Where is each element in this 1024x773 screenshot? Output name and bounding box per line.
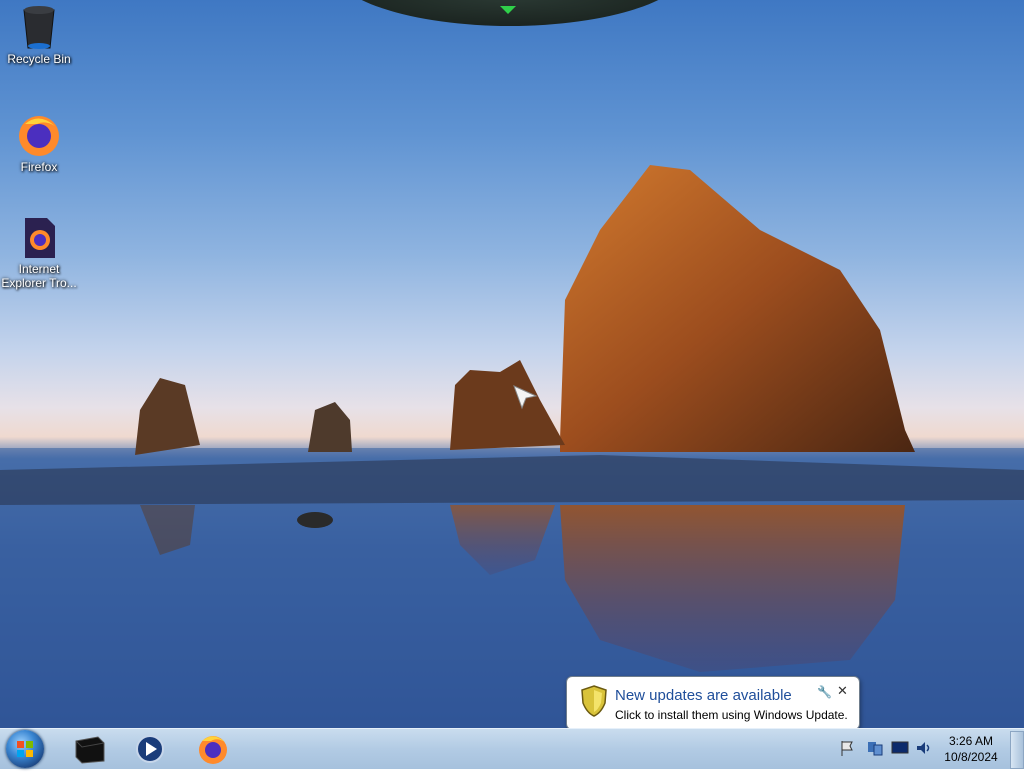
gadget-arrow-icon [500, 6, 516, 14]
black-box-icon [75, 736, 105, 764]
update-notification[interactable]: New updates are available Click to insta… [566, 676, 860, 743]
shield-icon [581, 685, 607, 717]
taskbar-pinned-explorer[interactable] [70, 731, 110, 767]
notification-title: New updates are available [615, 687, 792, 704]
display-icon[interactable] [891, 739, 909, 757]
close-icon[interactable]: ✕ [837, 683, 848, 699]
recycle-bin-icon [23, 6, 55, 49]
clock-date: 10/8/2024 [944, 750, 998, 764]
start-button[interactable] [6, 730, 44, 768]
volume-icon[interactable] [915, 739, 933, 757]
windows-logo-icon [17, 741, 33, 757]
desktop-icon-internet-explorer[interactable]: Internet Explorer Tro... [0, 216, 79, 290]
media-player-icon [136, 735, 164, 763]
clock-time: 3:26 AM [948, 734, 994, 748]
desktop-icon-label: Firefox [20, 160, 58, 174]
options-wrench-icon[interactable]: 🔧 [817, 685, 832, 699]
firefox-document-icon [25, 218, 55, 258]
taskbar-pinned-firefox[interactable] [193, 731, 233, 767]
action-center-flag-icon[interactable] [838, 739, 856, 757]
taskbar-pinned-media-player[interactable] [130, 731, 170, 767]
firefox-icon [199, 736, 227, 764]
firefox-icon [19, 116, 59, 156]
show-desktop-button[interactable] [1010, 731, 1024, 769]
desktop: Recycle Bin Firefox Internet Explorer Tr… [0, 0, 1024, 728]
notification-text: Click to install them using Windows Upda… [615, 708, 848, 722]
desktop-icon-firefox[interactable]: Firefox [0, 110, 79, 174]
desktop-icon-recycle-bin[interactable]: Recycle Bin [0, 4, 79, 66]
desktop-icon-label: Internet Explorer Tro... [1, 262, 77, 290]
mouse-cursor-icon [513, 385, 538, 410]
taskbar: 3:26 AM 10/8/2024 [0, 728, 1024, 769]
network-icon[interactable] [866, 739, 884, 757]
wallpaper [0, 165, 1024, 728]
system-clock[interactable]: 3:26 AM 10/8/2024 [934, 733, 1008, 765]
desktop-icon-label: Recycle Bin [7, 52, 71, 66]
